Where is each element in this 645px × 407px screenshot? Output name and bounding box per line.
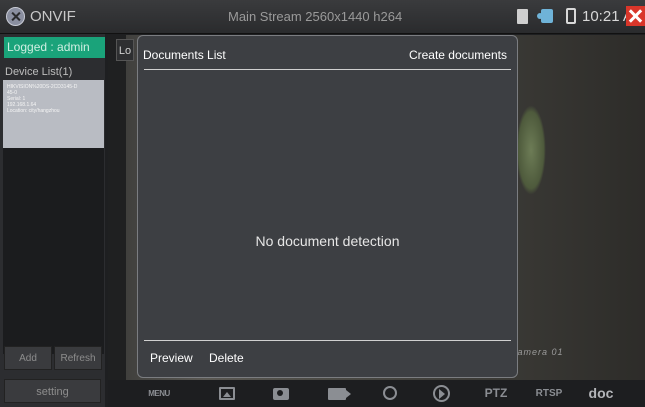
osd-camera-name: Camera 01 [510,347,564,357]
scene-plant [516,105,546,195]
setting-button[interactable]: setting [4,379,101,403]
device-list-label: Device List(1) [5,66,73,78]
audio-icon[interactable] [383,386,397,400]
documents-dialog: Documents List Create documents No docum… [137,35,518,378]
doc-button[interactable]: doc [586,384,616,403]
status-bar: ONVIF Main Stream 2560x1440 h264 10:21 A… [0,0,645,34]
video-left-strip [108,35,126,380]
empty-state-message: No document detection [255,233,400,249]
record-icon[interactable] [328,388,351,400]
device-list-item[interactable]: HIKVISION%20DS-2CD3145-D 45-0 Serial: 1 … [3,80,104,148]
onvif-app-icon[interactable] [6,7,25,26]
app-title: ONVIF [30,8,76,25]
menu-button[interactable]: MENU [146,384,172,403]
device-sidebar: Logged : admin Device List(1) HIKVISION%… [0,34,105,407]
device-list-area [3,148,104,354]
bottom-toolbar: MENU PTZ RTSP doc [108,380,645,407]
ptz-button[interactable]: PTZ [482,384,510,403]
close-button[interactable] [626,6,645,26]
battery-icon [566,8,576,24]
device-location: Location: city/hangzhou [7,108,60,114]
rtsp-button[interactable]: RTSP [534,384,564,403]
video-tab[interactable]: Lo [116,39,134,61]
sd-card-icon [517,9,528,24]
create-documents-button[interactable]: Create documents [409,48,507,62]
play-icon[interactable] [433,385,450,402]
preview-button[interactable]: Preview [150,351,193,365]
stream-info: Main Stream 2560x1440 h264 [228,9,403,24]
documents-list: No document detection [144,70,511,340]
delete-button[interactable]: Delete [209,351,244,365]
logged-in-badge: Logged : admin [4,37,105,58]
refresh-button[interactable]: Refresh [54,346,102,370]
image-icon[interactable] [219,387,235,400]
camera-icon[interactable] [273,388,289,400]
add-button[interactable]: Add [4,346,52,370]
dialog-title: Documents List [143,48,226,62]
divider [144,340,511,341]
network-icon [537,9,553,23]
